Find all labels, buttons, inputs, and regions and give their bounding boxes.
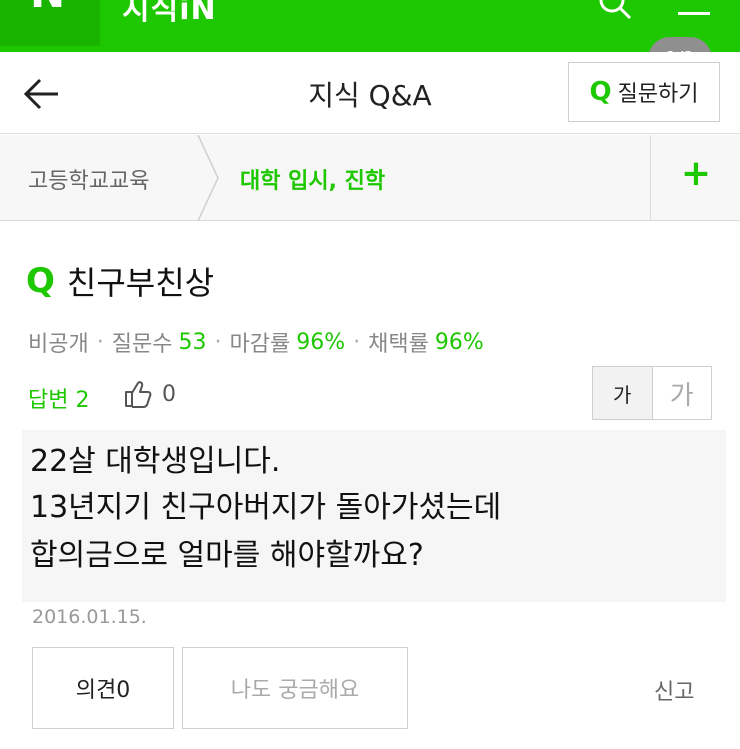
close-rate-value: 96% bbox=[296, 329, 346, 355]
questions-label: 질문수 bbox=[111, 332, 173, 357]
q-icon: Q bbox=[589, 77, 612, 107]
question-body: 22살 대학생입니다. 13년지기 친구아버지가 돌아가셨는데 합의금으로 얼마… bbox=[22, 430, 726, 602]
brand-title[interactable]: 지식iN bbox=[122, 0, 217, 28]
back-arrow-icon[interactable] bbox=[20, 74, 64, 114]
ask-button-label: 질문하기 bbox=[617, 82, 699, 107]
report-button[interactable]: 신고 bbox=[654, 674, 694, 706]
breadcrumb: 고등학교교육 대학 입시, 진학 + bbox=[0, 135, 740, 221]
logo-box: N bbox=[0, 0, 100, 46]
thumbs-up-icon[interactable] bbox=[122, 378, 154, 410]
font-small-button[interactable]: 가 bbox=[593, 367, 653, 419]
breadcrumb-current[interactable]: 대학 입시, 진학 bbox=[240, 163, 385, 195]
adopt-rate-label: 채택률 bbox=[368, 332, 429, 357]
naver-logo[interactable]: N bbox=[30, 0, 65, 17]
question-body-line: 합의금으로 얼마를 해야할까요? bbox=[30, 538, 424, 573]
meta-separator: · bbox=[96, 329, 104, 355]
question-title: Q 친구부친상 bbox=[26, 258, 214, 304]
questions-value: 53 bbox=[178, 329, 207, 355]
opinion-button[interactable]: 의견0 bbox=[32, 647, 174, 729]
breadcrumb-parent[interactable]: 고등학교교육 bbox=[28, 163, 149, 195]
question-meta: 비공개 · 질문수 53 · 마감률 96% · 채택률 96% bbox=[28, 326, 484, 358]
ask-question-button[interactable]: Q 질문하기 bbox=[568, 62, 720, 122]
visibility-label: 비공개 bbox=[28, 332, 89, 357]
question-body-line: 13년지기 친구아버지가 돌아가셨는데 bbox=[30, 490, 502, 525]
search-icon[interactable] bbox=[598, 0, 632, 20]
close-rate-label: 마감률 bbox=[229, 332, 291, 357]
me-too-curious-button[interactable]: 나도 궁금해요 bbox=[182, 647, 408, 729]
question-title-text: 친구부친상 bbox=[66, 264, 215, 302]
font-size-toggle: 가 가 bbox=[592, 366, 712, 420]
meta-separator: · bbox=[214, 329, 222, 355]
question-marker-icon: Q bbox=[26, 261, 55, 301]
hamburger-menu-icon[interactable] bbox=[676, 0, 712, 30]
add-category-button[interactable]: + bbox=[650, 135, 740, 221]
question-date: 2016.01.15. bbox=[32, 606, 147, 628]
font-large-button[interactable]: 가 bbox=[652, 367, 711, 419]
chevron-right-icon bbox=[197, 135, 219, 221]
answers-count[interactable]: 답변 2 bbox=[28, 382, 89, 414]
like-count: 0 bbox=[162, 382, 176, 407]
question-body-line: 22살 대학생입니다. bbox=[30, 444, 281, 479]
meta-separator: · bbox=[353, 329, 361, 355]
adopt-rate-value: 96% bbox=[434, 329, 484, 355]
page-header: 지식 Q&A Q 질문하기 bbox=[0, 52, 740, 134]
plus-icon: + bbox=[680, 153, 712, 194]
app-topbar: N 지식iN bbox=[0, 0, 740, 52]
